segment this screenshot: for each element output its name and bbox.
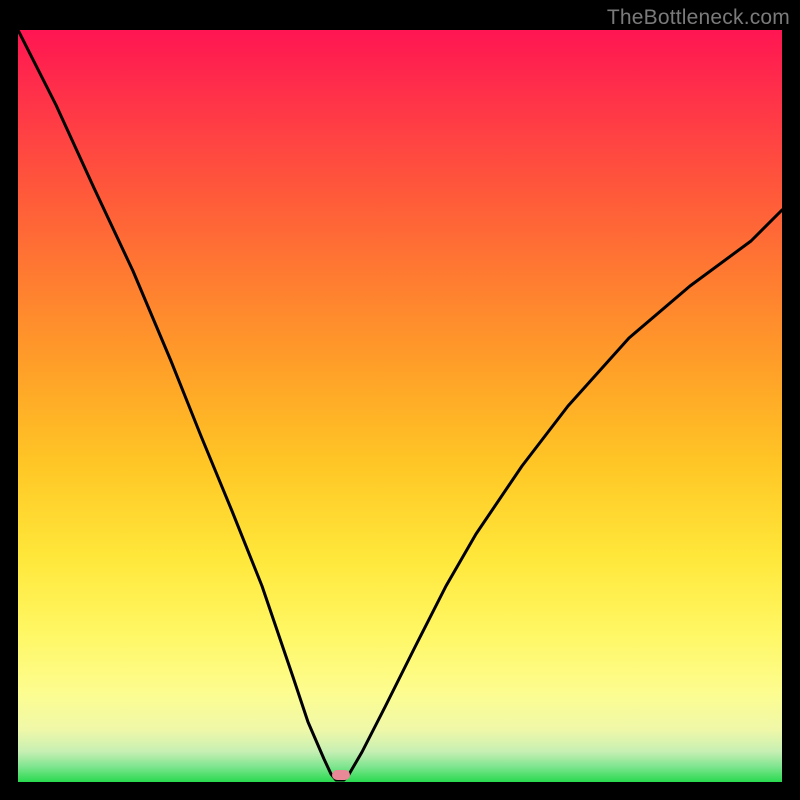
minimum-marker: [332, 770, 350, 780]
bottleneck-curve: [18, 30, 782, 780]
plot-area: [18, 30, 782, 782]
chart-frame: [18, 30, 782, 782]
watermark-text: TheBottleneck.com: [607, 6, 790, 30]
curve-svg: [18, 30, 782, 782]
